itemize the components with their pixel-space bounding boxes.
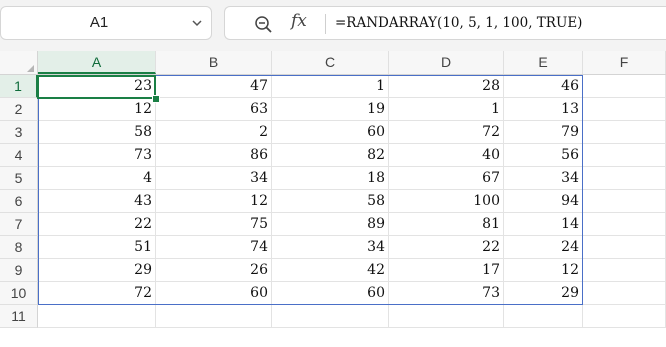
cell-d10[interactable]: 73: [389, 282, 504, 305]
cell-f9[interactable]: [583, 259, 666, 282]
column-header-f[interactable]: F: [583, 51, 666, 74]
cell-c4[interactable]: 82: [272, 144, 389, 167]
cell-f10[interactable]: [583, 282, 666, 305]
cell-a4[interactable]: 73: [38, 144, 156, 167]
cell-d6[interactable]: 100: [389, 190, 504, 213]
cell-a5[interactable]: 4: [38, 167, 156, 190]
fx-icon[interactable]: fx: [291, 11, 307, 31]
cell-e9[interactable]: 12: [504, 259, 583, 282]
chevron-down-icon[interactable]: [191, 17, 203, 29]
select-all-icon: [27, 65, 34, 72]
cell-d9[interactable]: 17: [389, 259, 504, 282]
row-header-2[interactable]: 2: [0, 98, 38, 121]
fill-handle[interactable]: [152, 95, 160, 103]
cell-c11[interactable]: [272, 305, 389, 328]
name-box-value: A1: [89, 14, 109, 31]
cell-e1[interactable]: 46: [504, 75, 583, 98]
cell-f5[interactable]: [583, 167, 666, 190]
cell-c2[interactable]: 19: [272, 98, 389, 121]
row-header-3[interactable]: 3: [0, 121, 38, 144]
cell-f1[interactable]: [583, 75, 666, 98]
cell-a1[interactable]: 23: [38, 75, 156, 98]
cell-b11[interactable]: [156, 305, 272, 328]
formula-bar: A1 fx =RANDARRAY(10, 5, 1, 100, TRUE): [0, 0, 666, 48]
cell-c5[interactable]: 18: [272, 167, 389, 190]
cell-a8[interactable]: 51: [38, 236, 156, 259]
cell-a10[interactable]: 72: [38, 282, 156, 305]
cell-c3[interactable]: 60: [272, 121, 389, 144]
cell-c10[interactable]: 60: [272, 282, 389, 305]
cell-f3[interactable]: [583, 121, 666, 144]
cell-e8[interactable]: 24: [504, 236, 583, 259]
row-header-4[interactable]: 4: [0, 144, 38, 167]
cell-d8[interactable]: 22: [389, 236, 504, 259]
cell-b4[interactable]: 86: [156, 144, 272, 167]
cell-c7[interactable]: 89: [272, 213, 389, 236]
cell-b9[interactable]: 26: [156, 259, 272, 282]
cell-a11[interactable]: [38, 305, 156, 328]
cell-b1[interactable]: 47: [156, 75, 272, 98]
zoom-icon[interactable]: [253, 14, 273, 34]
row-header-7[interactable]: 7: [0, 213, 38, 236]
formula-separator: [325, 14, 326, 34]
formula-input[interactable]: =RANDARRAY(10, 5, 1, 100, TRUE): [335, 7, 582, 39]
cell-f11[interactable]: [583, 305, 666, 328]
cell-d2[interactable]: 1: [389, 98, 504, 121]
cell-c6[interactable]: 58: [272, 190, 389, 213]
select-all-corner[interactable]: [0, 51, 38, 75]
cell-e4[interactable]: 56: [504, 144, 583, 167]
cell-e11[interactable]: [504, 305, 583, 328]
row-header-10[interactable]: 10: [0, 282, 38, 305]
cell-a2[interactable]: 12: [38, 98, 156, 121]
row-header-6[interactable]: 6: [0, 190, 38, 213]
cell-f6[interactable]: [583, 190, 666, 213]
cell-f2[interactable]: [583, 98, 666, 121]
cell-f7[interactable]: [583, 213, 666, 236]
cell-b3[interactable]: 2: [156, 121, 272, 144]
cell-c8[interactable]: 34: [272, 236, 389, 259]
cell-e3[interactable]: 79: [504, 121, 583, 144]
cell-a9[interactable]: 29: [38, 259, 156, 282]
cell-a7[interactable]: 22: [38, 213, 156, 236]
cell-b2[interactable]: 63: [156, 98, 272, 121]
column-header-b[interactable]: B: [156, 51, 272, 74]
row-header-5[interactable]: 5: [0, 167, 38, 190]
column-header-d[interactable]: D: [389, 51, 504, 74]
cell-a6[interactable]: 43: [38, 190, 156, 213]
cell-f8[interactable]: [583, 236, 666, 259]
name-box[interactable]: A1: [0, 6, 212, 40]
cell-e7[interactable]: 14: [504, 213, 583, 236]
row-header-1[interactable]: 1: [0, 75, 38, 98]
cell-c1[interactable]: 1: [272, 75, 389, 98]
cell-b6[interactable]: 12: [156, 190, 272, 213]
column-header-c[interactable]: C: [272, 51, 389, 74]
cell-b10[interactable]: 60: [156, 282, 272, 305]
cell-f4[interactable]: [583, 144, 666, 167]
column-headers: ABCDEF: [0, 51, 666, 75]
cell-e6[interactable]: 94: [504, 190, 583, 213]
cell-d1[interactable]: 28: [389, 75, 504, 98]
cell-e2[interactable]: 13: [504, 98, 583, 121]
cell-b5[interactable]: 34: [156, 167, 272, 190]
cell-b8[interactable]: 74: [156, 236, 272, 259]
cell-c9[interactable]: 42: [272, 259, 389, 282]
column-header-e[interactable]: E: [504, 51, 583, 74]
cell-b7[interactable]: 75: [156, 213, 272, 236]
cell-d11[interactable]: [389, 305, 504, 328]
row-header-8[interactable]: 8: [0, 236, 38, 259]
formula-area: fx =RANDARRAY(10, 5, 1, 100, TRUE): [224, 6, 666, 40]
cell-d3[interactable]: 72: [389, 121, 504, 144]
cell-d7[interactable]: 81: [389, 213, 504, 236]
cell-e5[interactable]: 34: [504, 167, 583, 190]
column-header-a[interactable]: A: [38, 51, 156, 74]
row-header-9[interactable]: 9: [0, 259, 38, 282]
cell-d5[interactable]: 67: [389, 167, 504, 190]
cell-a3[interactable]: 58: [38, 121, 156, 144]
cell-d4[interactable]: 40: [389, 144, 504, 167]
cell-e10[interactable]: 29: [504, 282, 583, 305]
row-header-11[interactable]: 11: [0, 305, 38, 328]
spreadsheet-grid[interactable]: ABCDEF 1 2 3 4 5 6 7 8 9 10 11 23 47 1 28 46 12 63 19 1 13 5…: [0, 51, 666, 347]
